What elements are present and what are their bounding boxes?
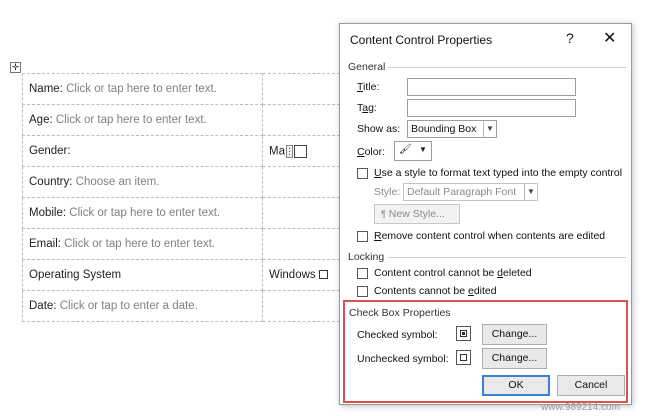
general-divider [388,67,626,68]
form-field-placeholder[interactable]: Click or tap to enter a date. [60,300,198,312]
ok-button[interactable]: OK [482,375,550,396]
color-label: Color: [357,146,386,158]
change-checked-symbol-button[interactable]: Change... [482,324,547,345]
watermark: www.989214.com [541,402,620,413]
cancel-button[interactable]: Cancel [557,375,625,396]
form-field-cell[interactable]: Email: Click or tap here to enter text. [22,228,263,260]
style-select[interactable]: Default Paragraph Font ▼ [403,183,538,201]
form-table: Name: Click or tap here to enter text. Ag… [22,73,345,322]
show-as-label: Show as: [357,123,401,135]
form-value-cell[interactable] [262,73,345,105]
checkbox-properties-section-label: Check Box Properties [349,307,451,319]
dialog-titlebar: Content Control Properties ? ✕ [340,24,631,56]
use-style-label: Use a style to format text typed into th… [374,167,623,179]
form-field-placeholder[interactable]: Click or tap here to enter text. [69,207,220,219]
form-field-placeholder[interactable]: Choose an item. [76,176,160,188]
show-as-value: Bounding Box [411,123,477,135]
form-field-label: Age: [29,114,53,126]
remove-control-checkbox[interactable] [357,231,368,242]
form-field-label: Operating System [29,269,122,281]
chevron-down-icon: ▼ [419,145,427,154]
form-value-cell[interactable] [262,290,345,322]
table-row: Gender: Ma [22,135,345,167]
cannot-delete-checkbox[interactable] [357,268,368,279]
chevron-down-icon: ▼ [483,121,496,137]
form-value-cell[interactable] [262,228,345,260]
color-picker-button[interactable]: 🖌 ▼ [394,141,432,161]
gender-checkbox[interactable] [293,144,307,158]
use-style-checkbox[interactable] [357,168,368,179]
form-field-label: Name: [29,83,63,95]
form-field-cell[interactable]: Name: Click or tap here to enter text. [22,73,263,105]
form-field-label: Country: [29,176,73,188]
form-field-label: Mobile: [29,207,67,219]
cannot-edit-label: Contents cannot be edited [374,285,497,297]
form-field-cell[interactable]: Operating System [22,259,263,291]
unchecked-symbol-label: Unchecked symbol: [357,353,449,365]
form-field-placeholder[interactable]: Click or tap here to enter text. [56,114,207,126]
tag-input[interactable] [407,99,576,117]
cannot-edit-checkbox[interactable] [357,286,368,297]
show-as-select[interactable]: Bounding Box ▼ [407,120,497,138]
table-row: Date: Click or tap to enter a date. [22,290,345,322]
form-field-placeholder[interactable]: Click or tap here to enter text. [64,238,215,250]
locking-divider [388,257,626,258]
checked-symbol-preview-icon [456,326,471,341]
form-field-cell[interactable]: Mobile: Click or tap here to enter text. [22,197,263,229]
form-field-label: Gender: [29,145,71,157]
content-control-handle-icon[interactable] [285,144,293,158]
chevron-down-icon: ▼ [524,184,537,200]
locking-section-label: Locking [348,251,385,263]
table-row: Mobile: Click or tap here to enter text. [22,197,345,229]
form-field-cell[interactable]: Date: Click or tap to enter a date. [22,290,263,322]
paint-bucket-icon: 🖌 [399,144,412,155]
form-value-cell[interactable]: Ma [262,135,345,167]
form-option-label: Ma [269,145,285,158]
form-field-cell[interactable]: Gender: [22,135,263,167]
table-row: Operating System Windows [22,259,345,291]
unchecked-symbol-preview-icon [456,350,471,365]
style-label: Style: [374,186,401,198]
form-field-cell[interactable]: Age: Click or tap here to enter text. [22,104,263,136]
form-field-label: Email: [29,238,61,250]
tag-label: Tag: [357,102,377,114]
title-label: Title: [357,81,380,93]
table-row: Name: Click or tap here to enter text. [22,73,345,105]
style-value: Default Paragraph Font [407,186,517,198]
cannot-delete-label: Content control cannot be deleted [374,267,532,279]
dialog-title: Content Control Properties [350,33,493,47]
form-value-cell[interactable] [262,197,345,229]
new-style-icon: ¶ [381,209,386,219]
title-input[interactable] [407,78,576,96]
form-field-label: Date: [29,300,57,312]
help-icon[interactable]: ? [566,30,574,46]
form-field-cell[interactable]: Country: Choose an item. [22,166,263,198]
change-unchecked-symbol-button[interactable]: Change... [482,348,547,369]
form-value-cell[interactable] [262,166,345,198]
table-row: Country: Choose an item. [22,166,345,198]
close-icon[interactable]: ✕ [603,28,616,48]
new-style-button[interactable]: ¶ New Style... [374,204,460,224]
form-value-cell[interactable] [262,104,345,136]
table-row: Age: Click or tap here to enter text. [22,104,345,136]
form-option-label: Windows [269,269,316,281]
checked-symbol-label: Checked symbol: [357,329,438,341]
form-value-cell[interactable]: Windows [262,259,345,291]
table-row: Email: Click or tap here to enter text. [22,228,345,260]
table-move-handle-icon[interactable]: ✛ [10,62,21,73]
content-control-properties-dialog: Content Control Properties ? ✕ General T… [339,23,632,405]
form-field-placeholder[interactable]: Click or tap here to enter text. [66,83,217,95]
windows-checkbox[interactable] [318,270,328,280]
general-section-label: General [348,61,386,73]
remove-control-label: Remove content control when contents are… [374,230,606,242]
